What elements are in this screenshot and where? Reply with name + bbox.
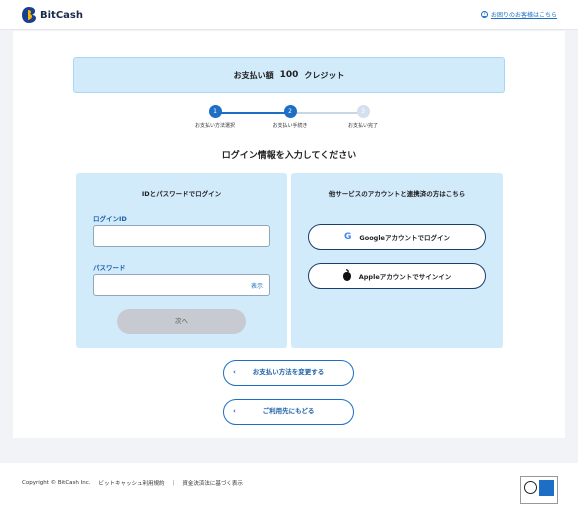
step-3-number: 3 — [356, 105, 370, 118]
google-login-button[interactable]: G Googleアカウントでログイン — [308, 224, 486, 250]
terms-link[interactable]: ビットキャッシュ利用規約 — [99, 479, 165, 487]
step-3: 3 お支払い完了 — [343, 105, 383, 129]
step-1: 1 お支払い方法選択 — [195, 105, 235, 129]
footer-separator: | — [172, 480, 175, 486]
seal-circle — [524, 481, 537, 494]
bitcash-logo-icon — [22, 7, 36, 23]
back-to-merchant-button[interactable]: ‹ ご利用先にもどる — [223, 399, 354, 425]
payment-amount-label: お支払い額 — [233, 70, 274, 80]
apple-signin-label: Appleアカウントでサインイン — [358, 273, 452, 281]
id-password-login-panel: IDとパスワードでログイン ログインID パスワード 表示 次へ — [76, 173, 287, 348]
step-2-number: 2 — [283, 105, 297, 118]
change-payment-method-button[interactable]: ‹ お支払い方法を変更する — [223, 360, 354, 386]
question-icon: ? — [480, 11, 488, 18]
main-card: お支払い額 100 クレジット 1 お支払い方法選択 2 お支払い手続き 3 お… — [13, 31, 565, 438]
logo-text: BitCash — [40, 9, 83, 21]
login-panel-title: IDとパスワードでログイン — [141, 190, 222, 198]
google-login-label: Googleアカウントでログイン — [359, 234, 450, 242]
payment-amount-value: 100 — [279, 70, 299, 80]
help-link-label: お困りのお客様はこちら — [490, 12, 557, 19]
payment-amount-banner: お支払い額 100 クレジット — [73, 57, 505, 93]
footer: Copyright © BitCash Inc. ビットキャッシュ利用規約 | … — [0, 463, 578, 518]
login-id-input[interactable] — [93, 225, 270, 247]
show-password-toggle[interactable]: 表示 — [251, 281, 263, 290]
apple-signin-button[interactable]: Appleアカウントでサインイン — [308, 263, 486, 289]
apple-icon — [342, 268, 351, 281]
seal-mark — [539, 480, 554, 496]
change-payment-method-label: お支払い方法を変更する — [252, 368, 325, 376]
back-to-merchant-label: ご利用先にもどる — [262, 407, 315, 415]
progress-steps: 1 お支払い方法選択 2 お支払い手続き 3 お支払い完了 — [193, 105, 385, 131]
bitcash-logo[interactable]: BitCash — [22, 7, 83, 23]
password-input[interactable]: 表示 — [93, 274, 270, 296]
header: BitCash ? お困りのお客様はこちら — [0, 0, 578, 30]
step-2: 2 お支払い手続き — [270, 105, 310, 129]
chevron-left-icon: ‹ — [233, 368, 236, 376]
login-id-label: ログインID — [93, 215, 127, 223]
next-button[interactable]: 次へ — [117, 309, 246, 334]
password-label: パスワード — [93, 264, 126, 272]
legal-notice-link[interactable]: 資金決済法に基づく表示 — [182, 479, 243, 487]
step-2-label: お支払い手続き — [272, 123, 308, 129]
google-icon: G — [344, 232, 352, 242]
step-1-number: 1 — [208, 105, 222, 118]
social-panel-title: 他サービスのアカウントと連携済の方はこちら — [328, 190, 466, 198]
payment-amount-unit: クレジット — [304, 70, 345, 80]
page-title: ログイン情報を入力してください — [221, 151, 357, 161]
copyright: Copyright © BitCash Inc. — [22, 480, 91, 486]
step-3-label: お支払い完了 — [347, 123, 378, 129]
footer-links: Copyright © BitCash Inc. ビットキャッシュ利用規約 | … — [22, 479, 243, 487]
help-link[interactable]: ? お困りのお客様はこちら — [480, 10, 557, 19]
chevron-left-icon: ‹ — [233, 407, 236, 415]
step-1-label: お支払い方法選択 — [195, 123, 236, 129]
social-login-panel: 他サービスのアカウントと連携済の方はこちら G Googleアカウントでログイン… — [291, 173, 503, 348]
security-seal-icon — [520, 476, 558, 504]
